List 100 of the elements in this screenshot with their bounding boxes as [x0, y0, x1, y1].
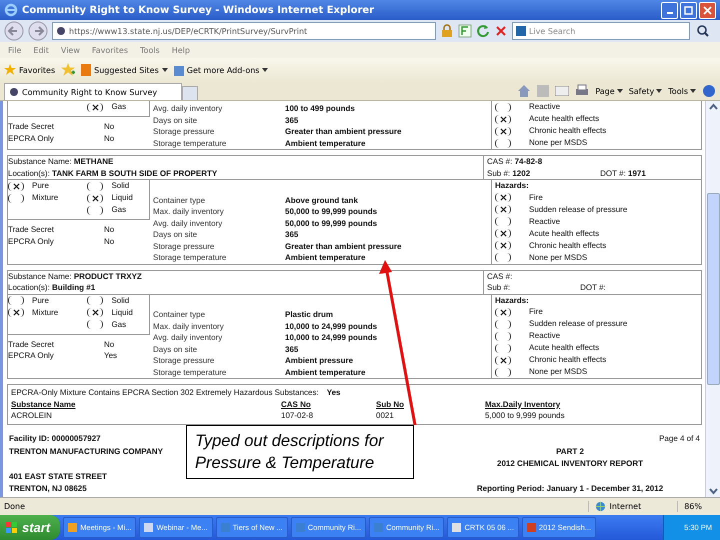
close-button[interactable] [699, 2, 716, 18]
property-label: Avg. daily inventory [153, 332, 224, 344]
street-address: 401 EAST STATE STREET [9, 471, 107, 482]
substance-location: Location(s): Building #1 [8, 282, 96, 294]
hazard-label: Chronic health effects [529, 354, 606, 366]
property-label: Storage temperature [153, 138, 228, 149]
mixture-question: EPCRA-Only Mixture Contains EPCRA Section 302 Extremely Hazardous Substances: [11, 387, 319, 398]
star-icon [4, 64, 16, 76]
vertical-scrollbar[interactable] [705, 101, 720, 497]
maximize-icon [684, 6, 693, 14]
property-label: Storage pressure [153, 355, 216, 366]
column-header: Max.Daily Inventory [485, 398, 562, 410]
help-icon[interactable] [702, 84, 716, 98]
command-menu[interactable]: Page [595, 86, 623, 96]
cross-icon [92, 194, 99, 202]
site-icon [9, 87, 19, 97]
property-value: Ambient temperature [285, 366, 366, 378]
address-field[interactable]: https://www13.state.nj.us/DEP/eCRTK/PrintSurvey/SurvPrint [52, 22, 436, 40]
new-tab-button[interactable] [182, 86, 198, 100]
menu-item[interactable]: Tools [140, 46, 160, 54]
menu-item[interactable]: File [8, 46, 22, 54]
property-value: Greater than ambient pressure [285, 126, 402, 138]
table-cell-text: ACROLEIN [11, 410, 53, 422]
flag-label: Trade Secret [8, 224, 55, 236]
page-number: Page 4 of 4 [659, 432, 700, 444]
back-button[interactable] [4, 21, 24, 41]
state-label: Solid [111, 180, 130, 192]
state-label: Solid [111, 294, 130, 306]
browser-logo-icon [4, 3, 18, 17]
command-menu[interactable]: Tools [668, 86, 696, 96]
mail-icon[interactable] [555, 86, 570, 96]
menu-item[interactable]: View [60, 46, 80, 54]
command-menu[interactable]: Safety [628, 86, 662, 96]
menu-item[interactable]: Edit [33, 46, 49, 54]
stop-icon[interactable] [494, 24, 508, 38]
flag-label: Trade Secret [8, 338, 55, 350]
state-label: Gas [111, 101, 126, 113]
property-value: Above ground tank [285, 194, 358, 206]
property-value: 50,000 to 99,999 pounds [285, 206, 378, 218]
sub-number: Sub #: [487, 282, 510, 294]
globe-icon [595, 501, 606, 512]
hazard-label: None per MSDS [529, 252, 588, 264]
favorites-link[interactable]: Get more Add-ons [174, 64, 268, 76]
compatibility-icon[interactable] [458, 24, 472, 38]
hazard-label: Chronic health effects [529, 240, 606, 252]
menu-item[interactable]: Favorites [92, 46, 128, 54]
state-label: Liquid [111, 306, 133, 318]
purity-label: Mixture [32, 306, 58, 318]
hazard-label: Reactive [529, 101, 560, 113]
property-value: 10,000 to 24,999 pounds [285, 332, 378, 344]
cross-icon [500, 194, 506, 201]
property-label: Days on site [153, 114, 198, 126]
facility-id: Facility ID: 00000057927 [9, 432, 101, 444]
maximize-button[interactable] [680, 2, 697, 18]
company-name: TRENTON MANUFACTURING COMPANY [9, 446, 163, 458]
substance-location: Location(s): TANK FARM B SOUTH SIDE OF PROPERTY [8, 168, 218, 179]
forward-button[interactable] [28, 21, 48, 41]
property-label: Storage pressure [153, 126, 216, 138]
home-icon[interactable] [517, 84, 532, 98]
flag-value: No [104, 224, 114, 236]
hazards-heading: Hazards: [495, 180, 530, 192]
flag-label: EPCRA Only [8, 236, 55, 247]
favorites-button[interactable]: Favorites [4, 64, 56, 76]
property-value: 100 to 499 pounds [285, 103, 355, 114]
start-button[interactable]: start [0, 515, 60, 540]
print-icon[interactable] [575, 84, 590, 98]
zoom-level[interactable]: 86% [677, 500, 716, 512]
addon-icon [174, 64, 184, 76]
property-label: Max. daily inventory [153, 320, 225, 332]
caret-icon [162, 68, 168, 72]
city-address: TRENTON, NJ 08625 [9, 482, 88, 494]
property-value: Ambient pressure [285, 355, 354, 366]
search-field[interactable]: Live Search [512, 22, 690, 40]
cross-icon [500, 230, 506, 237]
hazard-label: None per MSDS [529, 137, 588, 149]
browser-tab[interactable]: Community Right to Know Survey [4, 83, 182, 100]
minimize-button[interactable] [661, 2, 678, 18]
cross-icon [500, 356, 506, 364]
property-label: Storage pressure [153, 240, 216, 252]
favorites-link[interactable]: Suggested Sites [81, 64, 168, 76]
caret-icon [616, 89, 623, 93]
refresh-icon[interactable] [476, 24, 490, 38]
dot-number: DOT #: 1971 [600, 168, 646, 179]
column-header: Sub No [376, 398, 405, 410]
windows-logo-icon [6, 522, 18, 534]
caret-icon [690, 89, 696, 93]
lock-icon[interactable] [440, 24, 454, 38]
flag-label: EPCRA Only [8, 132, 55, 144]
window-title: Community Right to Know Survey - Windows Internet Explorer [22, 4, 374, 16]
state-label: Liquid [111, 192, 133, 204]
cross-icon [500, 128, 506, 134]
menu-item[interactable]: Help [172, 46, 190, 54]
flag-value: No [104, 121, 114, 132]
mixture-answer: Yes [326, 387, 340, 398]
property-value: Ambient temperature [285, 252, 366, 264]
hazard-label: None per MSDS [529, 366, 588, 378]
add-favorite-icon[interactable] [61, 63, 76, 77]
report-title: 2012 CHEMICAL INVENTORY REPORT [497, 458, 643, 469]
purity-label: Pure [32, 180, 49, 192]
column-header: Substance Name [11, 398, 76, 410]
